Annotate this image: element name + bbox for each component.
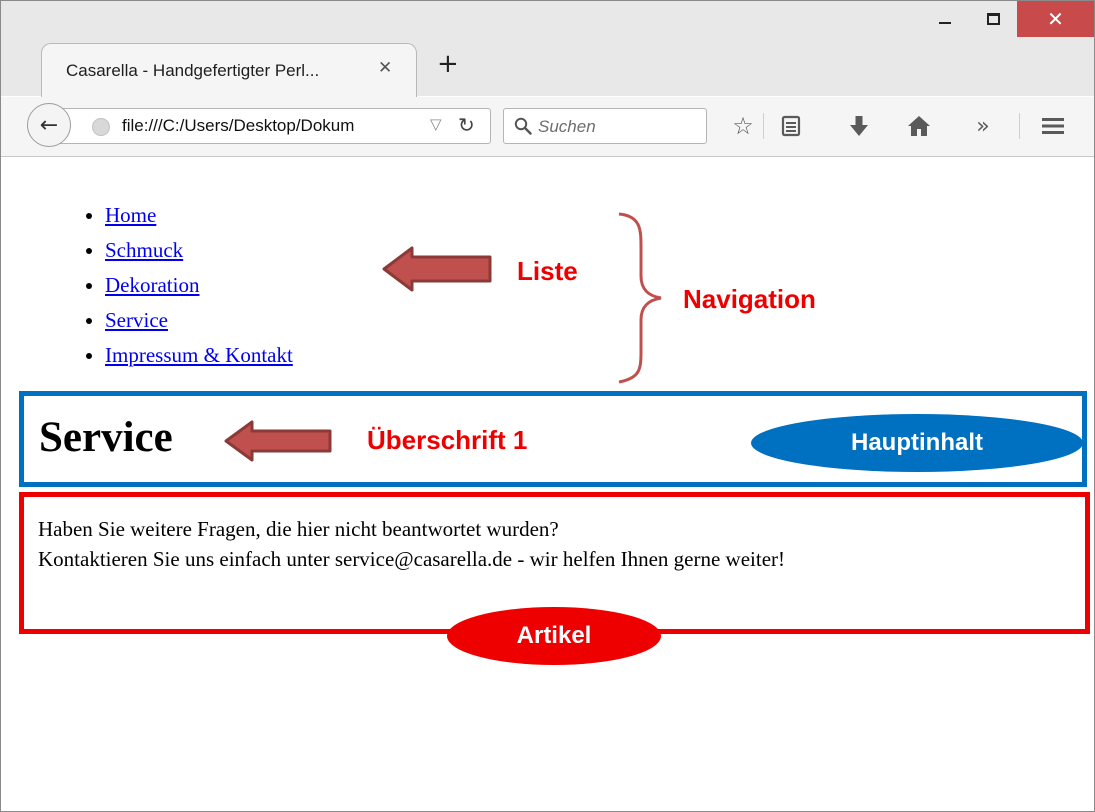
download-icon[interactable] xyxy=(843,110,875,142)
back-arrow-icon: ← xyxy=(39,112,59,138)
new-tab-button[interactable]: + xyxy=(437,51,459,77)
close-icon: ✕ xyxy=(1047,7,1064,31)
url-bar[interactable]: file:///C:/Users/Desktop/Dokum ▽ ↻ xyxy=(59,108,491,144)
navigation-brace-icon xyxy=(618,212,662,384)
browser-window: ✕ Casarella - Handgefertigter Perl... ✕ … xyxy=(0,0,1095,812)
heading-arrow-icon xyxy=(224,420,332,462)
navigation-annotation: Navigation xyxy=(683,284,816,314)
page-content: Home Schmuck Dekoration Service Impressu… xyxy=(1,158,1094,812)
overflow-chevron-icon[interactable]: » xyxy=(967,110,999,142)
list-annotation: Liste xyxy=(517,256,578,286)
list-arrow-icon xyxy=(382,246,492,292)
main-content-badge: Hauptinhalt xyxy=(751,414,1083,472)
reading-list-icon[interactable] xyxy=(775,110,807,142)
dropmarker-icon[interactable]: ▽ xyxy=(430,115,442,133)
back-button[interactable]: ← xyxy=(27,103,71,147)
search-input[interactable]: Suchen xyxy=(503,108,707,144)
navigation-toolbar: file:///C:/Users/Desktop/Dokum ▽ ↻ ← Suc… xyxy=(1,97,1094,157)
tab-strip: ✕ Casarella - Handgefertigter Perl... ✕ … xyxy=(1,1,1094,99)
close-window-button[interactable]: ✕ xyxy=(1017,1,1094,37)
heading-annotation: Überschrift 1 xyxy=(367,425,528,455)
tab-close-icon[interactable]: ✕ xyxy=(378,58,392,78)
toolbar-separator xyxy=(763,113,764,139)
main-content-label: Hauptinhalt xyxy=(851,429,983,456)
minimize-button[interactable] xyxy=(921,1,969,37)
home-icon[interactable] xyxy=(903,110,935,142)
toolbar-separator xyxy=(1019,113,1020,139)
tab-title: Casarella - Handgefertigter Perl... xyxy=(66,61,320,80)
maximize-icon xyxy=(986,13,1000,25)
globe-icon xyxy=(92,118,110,136)
maximize-button[interactable] xyxy=(969,1,1017,37)
hamburger-menu-icon[interactable] xyxy=(1037,110,1069,142)
search-icon xyxy=(514,117,532,135)
search-placeholder: Suchen xyxy=(538,117,596,136)
article-label: Artikel xyxy=(516,622,592,649)
bookmark-star-icon[interactable]: ☆ xyxy=(727,110,759,142)
url-text[interactable]: file:///C:/Users/Desktop/Dokum xyxy=(122,116,424,136)
minimize-icon xyxy=(939,22,951,24)
reload-icon[interactable]: ↻ xyxy=(458,113,475,137)
article-badge: Artikel xyxy=(447,607,661,665)
tab-casarella[interactable]: Casarella - Handgefertigter Perl... ✕ xyxy=(41,43,417,99)
